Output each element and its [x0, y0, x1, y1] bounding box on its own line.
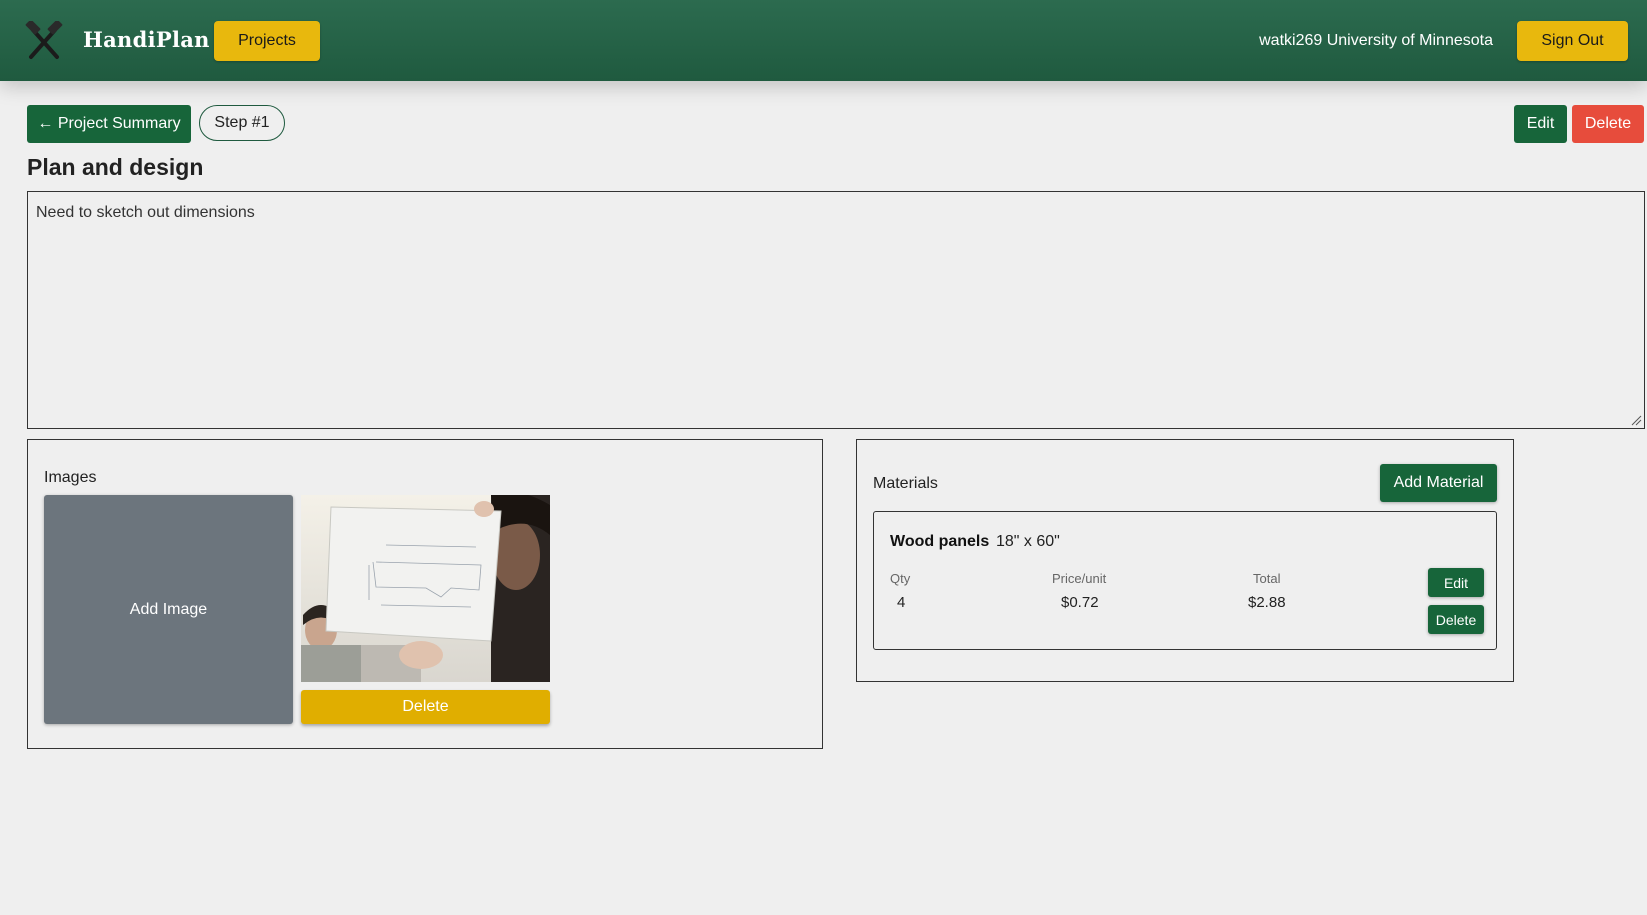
edit-material-button[interactable]: Edit [1428, 568, 1484, 597]
crossed-hammers-icon[interactable] [24, 21, 64, 61]
page-title: Plan and design [27, 154, 204, 180]
delete-material-button[interactable]: Delete [1428, 605, 1484, 634]
material-name: Wood panels [890, 533, 990, 550]
price-header: Price/unit [1052, 571, 1107, 586]
projects-button[interactable]: Projects [214, 21, 320, 61]
step-badge: Step #1 [199, 105, 285, 141]
user-label: watki269 University of Minnesota [1259, 32, 1493, 49]
photo-illustration [301, 495, 550, 682]
materials-heading: Materials [873, 475, 938, 492]
top-navbar: HandiPlan Projects watki269 University o… [0, 0, 1647, 81]
step-notes-textarea[interactable]: Need to sketch out dimensions [27, 191, 1645, 429]
sign-out-button[interactable]: Sign Out [1517, 21, 1628, 61]
material-dimensions: 18" x 60" [996, 533, 1060, 550]
price-value: $0.72 [1061, 594, 1099, 611]
edit-step-button[interactable]: Edit [1514, 105, 1567, 143]
images-heading: Images [44, 469, 97, 486]
total-value: $2.88 [1248, 594, 1286, 611]
resize-grip-icon[interactable] [1630, 414, 1642, 426]
materials-panel: Materials Add Material Wood panels 18" x… [856, 439, 1514, 682]
material-card: Wood panels 18" x 60" Qty Price/unit Tot… [873, 511, 1497, 650]
add-image-button[interactable]: Add Image [44, 495, 293, 724]
project-summary-button[interactable]: ← Project Summary [27, 105, 191, 143]
notes-text: Need to sketch out dimensions [36, 204, 255, 221]
brand-title[interactable]: HandiPlan [83, 27, 210, 52]
qty-header: Qty [890, 571, 911, 586]
images-panel: Images Add Image Delete [27, 439, 823, 749]
uploaded-image[interactable] [301, 495, 550, 682]
qty-value: 4 [897, 594, 906, 611]
delete-image-button[interactable]: Delete [301, 690, 550, 724]
total-header: Total [1253, 571, 1281, 586]
add-material-button[interactable]: Add Material [1380, 464, 1497, 502]
delete-step-button[interactable]: Delete [1572, 105, 1644, 143]
